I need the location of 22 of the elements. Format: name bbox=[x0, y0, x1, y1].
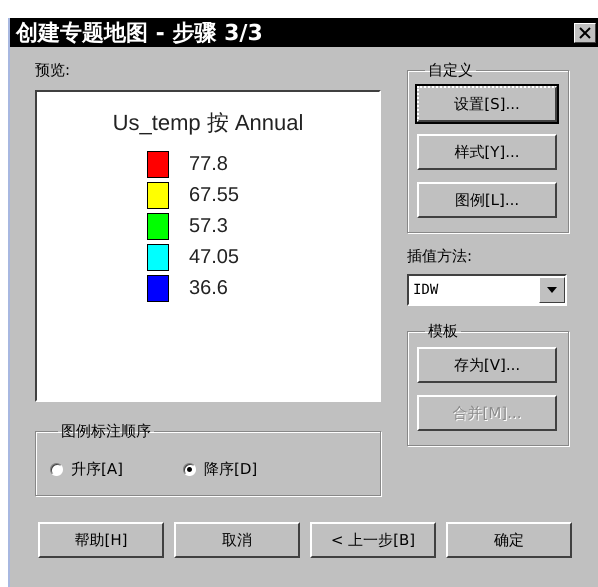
legend-value: 67.55 bbox=[188, 184, 240, 207]
group-label: 自定义 bbox=[427, 61, 474, 80]
interpolation-label: 插值方法: bbox=[407, 247, 474, 266]
group-label: 图例标注顺序 bbox=[60, 422, 152, 441]
preview-label: 预览: bbox=[35, 61, 72, 80]
dropdown-arrow-icon bbox=[547, 287, 557, 293]
dialog-button[interactable]: 确定 bbox=[446, 522, 572, 558]
legend-value: 57.3 bbox=[188, 215, 228, 238]
legend-value: 36.6 bbox=[188, 277, 228, 300]
close-icon bbox=[579, 26, 591, 38]
radio-option[interactable]: 升序[A] bbox=[50, 460, 123, 478]
close-button[interactable] bbox=[574, 22, 596, 42]
legend-title: Us_temp 按 Annual bbox=[112, 109, 304, 137]
dialog-button[interactable]: 帮助[H] bbox=[38, 522, 164, 558]
legend-value: 77.8 bbox=[188, 153, 228, 176]
interpolation-dropdown[interactable]: IDW bbox=[407, 274, 567, 306]
dialog-button[interactable]: 取消 bbox=[174, 522, 300, 558]
radio-option[interactable]: 降序[D] bbox=[182, 460, 258, 478]
group-label: 模板 bbox=[427, 322, 459, 341]
dialog-button[interactable]: < 上一步[B] bbox=[310, 522, 436, 558]
legend-value: 47.05 bbox=[188, 246, 240, 269]
window-title: 创建专题地图 - 步骤 3/3 bbox=[16, 20, 263, 48]
